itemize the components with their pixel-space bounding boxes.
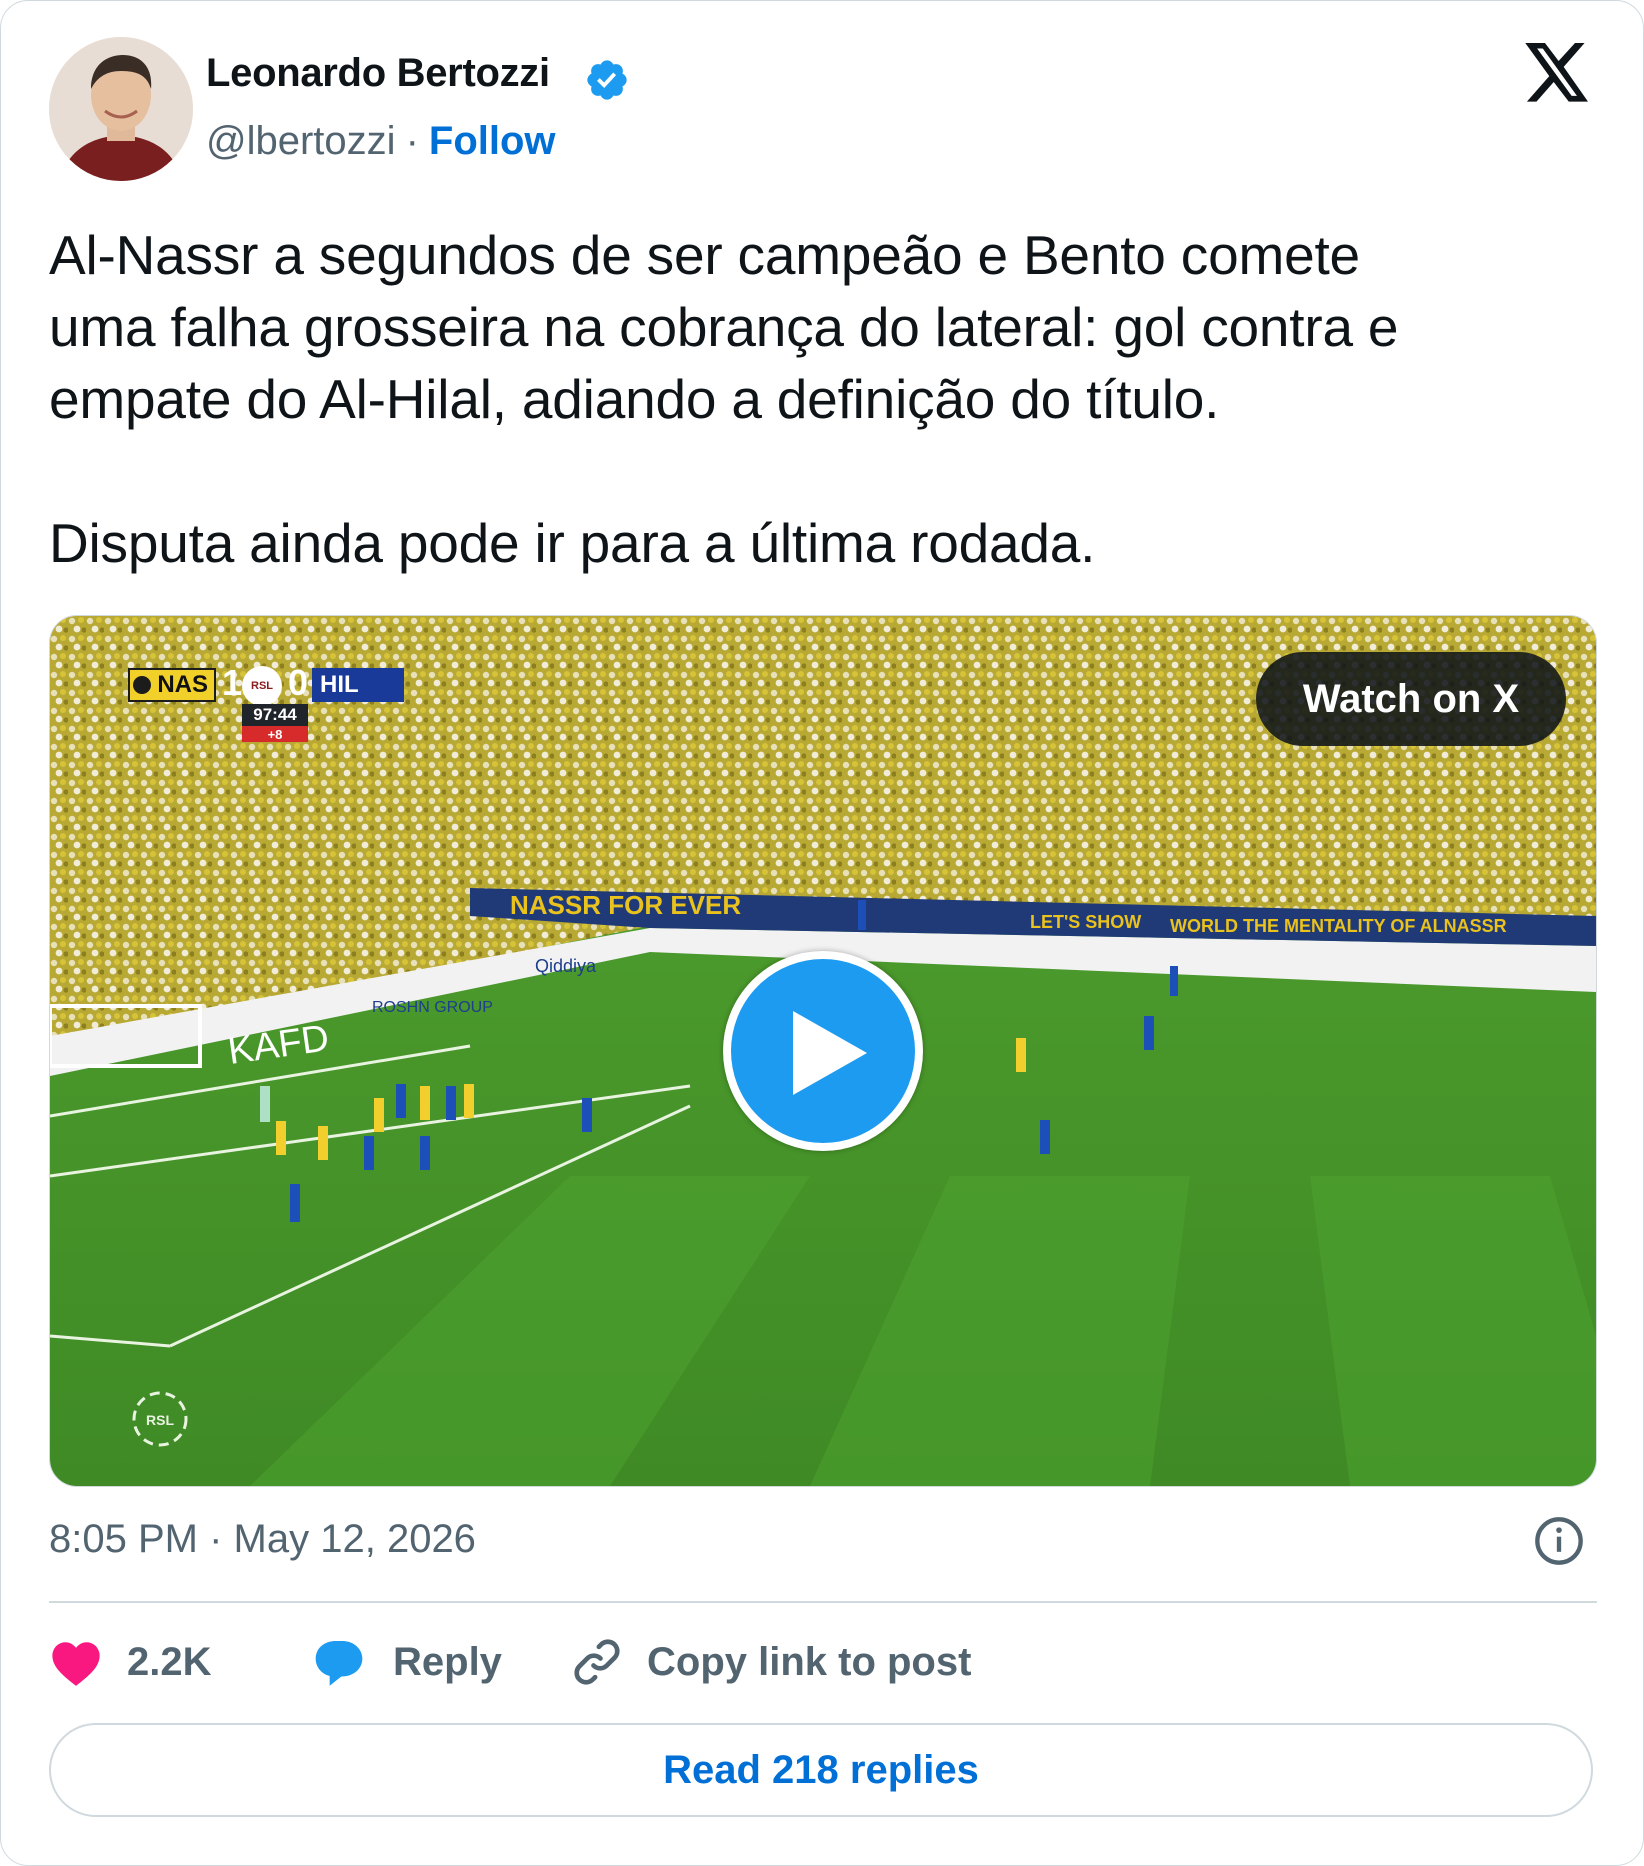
ad-board-text-4: Qiddiya [535, 956, 597, 976]
read-replies-button[interactable]: Read 218 replies [49, 1723, 1593, 1817]
ad-board-text-5: ROSHN GROUP [372, 999, 493, 1016]
like-button[interactable]: 2.2K [49, 1631, 212, 1693]
ad-board-text-3: WORLD THE MENTALITY OF ALNASSR [1170, 916, 1507, 936]
reply-bubble-icon [315, 1641, 363, 1686]
tweet-text: Al-Nassr a segundos de ser campeão e Ben… [49, 224, 1399, 574]
away-team-badge: HIL [312, 668, 404, 702]
author-handle-row: @lbertozzi · Follow [206, 119, 556, 164]
timestamp-separator: · [209, 1517, 223, 1561]
reply-label: Reply [393, 1639, 502, 1684]
x-logo-icon[interactable] [1525, 43, 1591, 103]
league-badge: RSL [242, 666, 282, 706]
ad-board-text-1: NASSR FOR EVER [510, 890, 741, 920]
post-date: May 12, 2026 [233, 1517, 476, 1561]
author-handle[interactable]: @lbertozzi [206, 119, 396, 163]
info-icon[interactable] [1533, 1515, 1585, 1567]
post-time: 8:05 PM [49, 1517, 198, 1561]
copy-link-button[interactable]: Copy link to post [569, 1631, 971, 1693]
reply-button[interactable]: Reply [311, 1631, 502, 1693]
author-name[interactable]: Leonardo Bertozzi [206, 51, 550, 96]
away-team-abbr: HIL [320, 671, 359, 698]
added-time: +8 [242, 726, 308, 742]
verified-badge-icon [587, 60, 627, 100]
avatar-image [49, 37, 193, 181]
tweet-card: Leonardo Bertozzi @lbertozzi · Follow Al-N… [0, 0, 1644, 1866]
home-score: 1 [222, 662, 243, 703]
match-clock: 97:44 [242, 704, 308, 726]
link-icon [574, 1639, 620, 1685]
post-timestamp[interactable]: 8:05 PM · May 12, 2026 [49, 1517, 476, 1562]
like-count: 2.2K [127, 1639, 212, 1684]
divider [49, 1601, 1597, 1603]
heart-icon [52, 1642, 100, 1686]
ad-board-text-2: LET'S SHOW [1030, 912, 1141, 932]
play-icon [793, 1011, 867, 1095]
handle-separator: · [405, 119, 419, 163]
home-team-logo-icon [133, 676, 152, 694]
watermark-text: RSL [146, 1412, 174, 1428]
away-score: 0 [288, 662, 309, 703]
video-player[interactable]: NASSR FOR EVER LET'S SHOW WORLD THE MENT… [49, 615, 1597, 1487]
watch-on-x-button[interactable]: Watch on X [1256, 652, 1566, 746]
author-avatar[interactable] [49, 37, 193, 181]
copy-link-label: Copy link to post [647, 1639, 972, 1684]
home-team-abbr: NAS [157, 671, 208, 698]
home-team-badge: NAS [128, 668, 216, 702]
follow-button[interactable]: Follow [429, 119, 556, 163]
play-button[interactable] [723, 951, 923, 1151]
